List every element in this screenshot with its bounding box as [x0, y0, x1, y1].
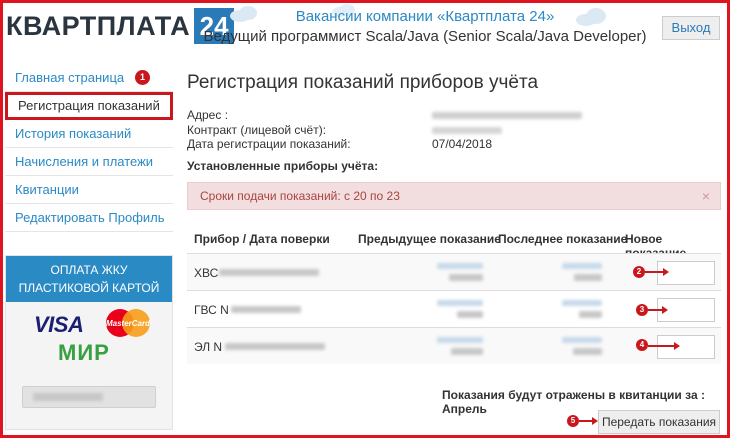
- device-name: ГВС N: [194, 303, 229, 317]
- logo-text: КВАРТПЛАТА: [6, 11, 191, 41]
- deadline-alert: Сроки подачи показаний: с 20 по 23 ×: [187, 182, 721, 210]
- address-value: [432, 112, 582, 119]
- sidebar-item-label: Регистрация показаний: [18, 98, 160, 113]
- sidebar-item-label: Главная страница: [15, 70, 125, 85]
- svg-text:MasterCard: MasterCard: [106, 319, 151, 328]
- last-value: [579, 311, 602, 318]
- obscured-text: [219, 269, 319, 276]
- previous-date: [437, 300, 483, 306]
- arrow-icon: [579, 417, 598, 425]
- sidebar-item-history[interactable]: История показаний: [5, 120, 173, 148]
- sidebar-item-profile[interactable]: Редактировать Профиль: [5, 204, 173, 232]
- sidebar-nav: Главная страница 1 Регистрация показаний…: [5, 64, 173, 232]
- main-content: Регистрация показаний приборов учёта Адр…: [187, 64, 722, 434]
- step-marker-5: 5: [567, 415, 579, 427]
- contract-value: [432, 127, 502, 134]
- card-payment-box: ОПЛАТА ЖКУ ПЛАСТИКОВОЙ КАРТОЙ VISA Maste…: [5, 255, 173, 430]
- payment-systems: VISA MasterCard МИР: [6, 302, 172, 372]
- sidebar-item-label: Начисления и платежи: [15, 154, 154, 169]
- previous-value: [457, 311, 483, 318]
- vacancies-title[interactable]: Вакансии компании «Квартплата 24»: [190, 8, 660, 25]
- last-value: [574, 274, 602, 281]
- obscured-text: [225, 343, 325, 350]
- sidebar-item-charges[interactable]: Начисления и платежи: [5, 148, 173, 176]
- sidebar-item-receipts[interactable]: Квитанции: [5, 176, 173, 204]
- position-subtitle: Ведущий программист Scala/Java (Senior S…: [203, 28, 647, 45]
- sidebar-item-label: Квитанции: [15, 182, 79, 197]
- sidebar-item-label: Редактировать Профиль: [15, 210, 165, 225]
- contract-label: Контракт (лицевой счёт):: [187, 123, 327, 137]
- new-reading-input[interactable]: [657, 335, 715, 359]
- column-header-previous: Предыдущее показание: [358, 232, 501, 246]
- address-label: Адрес :: [187, 108, 229, 122]
- sidebar-item-home[interactable]: Главная страница 1: [5, 64, 173, 92]
- reg-date-label: Дата регистрации показаний:: [187, 137, 351, 151]
- arrow-icon: [645, 268, 669, 276]
- card-number-field[interactable]: [22, 386, 156, 408]
- exit-button[interactable]: Выход: [662, 16, 720, 40]
- device-name: ХВС: [194, 266, 219, 280]
- step-marker-4: 4: [636, 339, 648, 351]
- step-marker-2: 2: [633, 266, 645, 278]
- reg-date-value: 07/04/2018: [432, 137, 493, 151]
- sidebar-item-label: История показаний: [15, 126, 132, 141]
- step-marker-3: 3: [636, 304, 648, 316]
- obscured-text: [231, 306, 301, 313]
- card-payment-button[interactable]: ОПЛАТА ЖКУ ПЛАСТИКОВОЙ КАРТОЙ: [6, 256, 172, 302]
- column-header-device: Прибор / Дата поверки: [194, 232, 330, 246]
- previous-date: [437, 263, 483, 269]
- last-value: [573, 348, 602, 355]
- last-date: [562, 337, 602, 343]
- previous-value: [451, 348, 483, 355]
- arrow-icon: [648, 342, 680, 350]
- sidebar-item-registration[interactable]: Регистрация показаний: [5, 92, 173, 120]
- arrow-icon: [648, 306, 668, 314]
- obscured-text: [33, 393, 103, 401]
- mastercard-logo: MasterCard: [106, 309, 151, 337]
- page-title: Регистрация показаний приборов учёта: [187, 72, 539, 93]
- submit-readings-button[interactable]: Передать показания: [598, 410, 720, 434]
- device-name: ЭЛ N: [194, 340, 223, 354]
- close-icon[interactable]: ×: [702, 183, 710, 209]
- previous-date: [437, 337, 483, 343]
- visa-logo: VISA: [34, 312, 84, 337]
- mir-logo: МИР: [58, 340, 110, 365]
- previous-value: [449, 274, 483, 281]
- devices-label: Установленные приборы учёта:: [187, 159, 379, 173]
- column-header-last: Последнее показание: [498, 232, 628, 246]
- last-date: [562, 300, 602, 306]
- alert-text: Сроки подачи показаний: с 20 по 23: [200, 189, 400, 203]
- step-marker-1: 1: [135, 70, 150, 85]
- last-date: [562, 263, 602, 269]
- page-header: КВАРТПЛАТА 24 Вакансии компании «Квартпл…: [0, 0, 730, 56]
